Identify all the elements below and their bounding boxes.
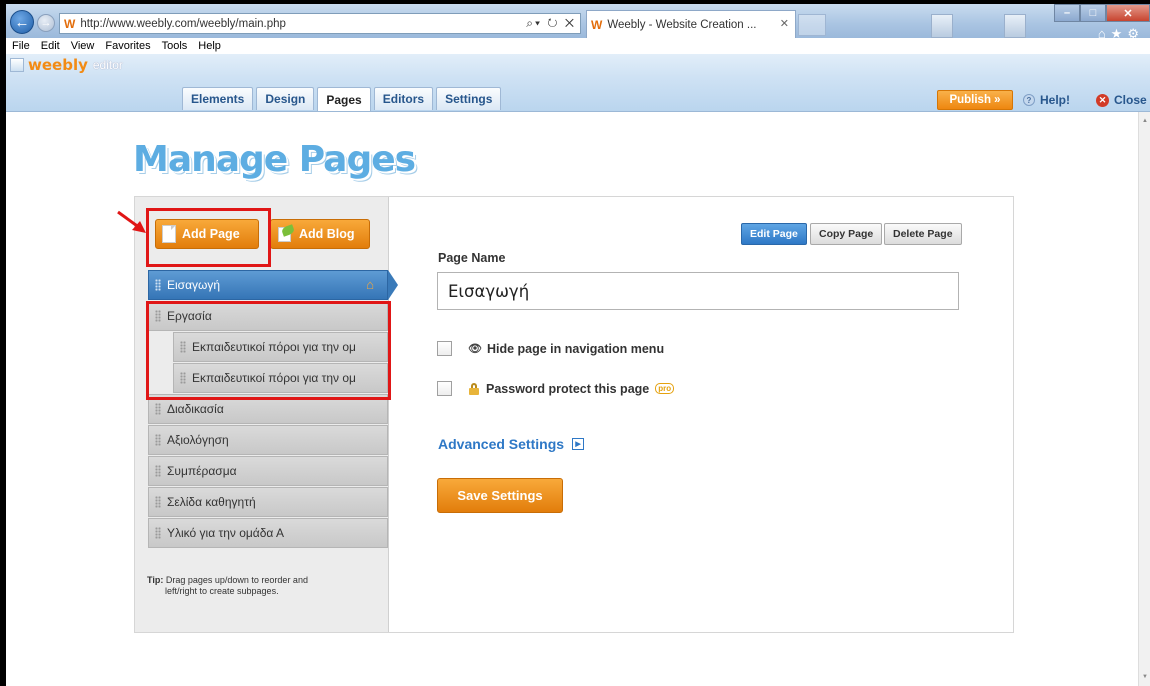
edit-page-button[interactable]: Edit Page	[741, 223, 807, 245]
tab-design[interactable]: Design	[256, 87, 315, 110]
tab-title: Weebly - Website Creation ...	[607, 18, 757, 31]
menu-view[interactable]: View	[71, 40, 95, 52]
tab-elements[interactable]: Elements	[182, 87, 254, 110]
copy-page-button[interactable]: Copy Page	[810, 223, 883, 245]
site-favicon-icon: W	[64, 16, 76, 31]
tip-line-2: left/right to create subpages.	[165, 586, 279, 596]
page-item-label: Εισαγωγή	[167, 278, 221, 292]
weebly-cube-icon	[10, 58, 24, 72]
browser-tab-weebly[interactable]: W Weebly - Website Creation ... ✕	[586, 10, 796, 38]
forward-button[interactable]: →	[37, 14, 55, 32]
drag-handle-icon[interactable]	[155, 496, 161, 508]
page-settings-pane: Edit Page Copy Page Delete Page Page Nam…	[389, 197, 1013, 632]
help-link[interactable]: ? Help!	[1023, 93, 1070, 107]
window-close-button[interactable]: ✕	[1106, 4, 1150, 22]
minimize-button[interactable]: –	[1054, 4, 1080, 22]
menu-help[interactable]: Help	[198, 40, 221, 52]
url-text: http://www.weebly.com/weebly/main.php	[80, 17, 286, 30]
tab-editors[interactable]: Editors	[373, 87, 434, 110]
password-protect-option: Password protect this page pro	[437, 381, 675, 396]
page-item-yliko-omada-a[interactable]: Υλικό για την ομάδα Α	[148, 518, 388, 548]
page-item-label: Υλικό για την ομάδα Α	[167, 526, 285, 540]
menu-bar: File Edit View Favorites Tools Help	[6, 38, 1150, 54]
reorder-tip: Tip: Drag pages up/down to reorder and l…	[147, 575, 308, 597]
expand-arrow-icon: ▶	[572, 438, 585, 450]
maximize-button[interactable]: □	[1080, 4, 1106, 22]
tip-label: Tip:	[147, 575, 164, 585]
drag-handle-icon[interactable]	[155, 279, 161, 291]
tip-line-1: Drag pages up/down to reorder and	[165, 575, 308, 585]
drag-handle-icon[interactable]	[155, 527, 161, 539]
editor-label: editor	[92, 58, 123, 72]
page-item-label: Σελίδα καθηγητή	[167, 495, 256, 509]
page-item-eisagogi[interactable]: Εισαγωγή ⌂	[148, 270, 398, 300]
hide-in-nav-label: Hide page in navigation menu	[486, 341, 665, 356]
close-label: Close	[1114, 93, 1147, 107]
drag-handle-icon[interactable]	[155, 434, 161, 446]
back-button[interactable]: ←	[10, 10, 34, 34]
annotation-box-subpages	[146, 301, 391, 400]
menu-tools[interactable]: Tools	[162, 40, 188, 52]
add-blog-button[interactable]: Add Blog	[270, 219, 370, 249]
lock-icon	[468, 382, 480, 395]
annotation-box-add-page	[146, 208, 271, 267]
save-settings-button[interactable]: Save Settings	[437, 478, 563, 513]
publish-button[interactable]: Publish »	[937, 90, 1013, 110]
pro-badge: pro	[655, 383, 675, 394]
new-tab-button[interactable]	[798, 14, 826, 36]
tab-close-icon[interactable]: ✕	[780, 17, 789, 30]
page-item-selida-kathigiti[interactable]: Σελίδα καθηγητή	[148, 487, 388, 517]
editor-tabs: Elements Design Pages Editors Settings	[182, 87, 502, 111]
page-item-label: Διαδικασία	[167, 402, 224, 416]
window-controls: – □ ✕	[1054, 4, 1150, 22]
drag-handle-icon[interactable]	[155, 465, 161, 477]
browser-chrome: ← → W http://www.weebly.com/weebly/main.…	[6, 4, 1150, 41]
scroll-down-icon[interactable]: ▼	[1142, 674, 1148, 680]
weebly-wordmark: weebly	[28, 56, 88, 74]
home-icon: ⌂	[366, 277, 374, 292]
hide-in-nav-option: 👁 Hide page in navigation menu	[437, 341, 664, 356]
taskbar-thumbnail[interactable]	[931, 14, 953, 38]
address-bar[interactable]: W http://www.weebly.com/weebly/main.php …	[59, 13, 581, 34]
page-name-value: Εισαγωγή	[448, 281, 530, 301]
page-item-label: Αξιολόγηση	[167, 433, 229, 447]
page-title: Manage Pages	[133, 139, 416, 180]
help-label: Help!	[1040, 93, 1070, 107]
weebly-toolbar: weebly editor Elements Design Pages Edit…	[6, 54, 1150, 112]
annotation-arrow-icon	[117, 210, 146, 233]
help-icon: ?	[1023, 94, 1035, 106]
address-tools-icons[interactable]: ⌕▾ ↻ ✕	[526, 16, 576, 31]
vertical-scrollbar[interactable]: ▲ ▼	[1138, 112, 1150, 686]
menu-favorites[interactable]: Favorites	[105, 40, 150, 52]
hide-in-nav-checkbox[interactable]	[437, 341, 452, 356]
tab-settings[interactable]: Settings	[436, 87, 502, 110]
advanced-settings-label: Advanced Settings	[438, 436, 565, 452]
password-protect-label: Password protect this page	[486, 381, 650, 396]
menu-edit[interactable]: Edit	[41, 40, 60, 52]
scroll-up-icon[interactable]: ▲	[1142, 118, 1148, 124]
taskbar-thumbnail[interactable]	[1004, 14, 1026, 38]
eye-icon: 👁	[468, 343, 482, 355]
page-item-symperasma[interactable]: Συμπέρασμα	[148, 456, 388, 486]
advanced-settings-link[interactable]: Advanced Settings ▶	[438, 436, 585, 452]
page-item-label: Συμπέρασμα	[167, 464, 237, 478]
drag-handle-icon[interactable]	[155, 403, 161, 415]
delete-page-button[interactable]: Delete Page	[884, 223, 962, 245]
add-blog-label: Add Blog	[299, 227, 355, 241]
password-protect-checkbox[interactable]	[437, 381, 452, 396]
weebly-logo: weebly editor	[10, 56, 123, 74]
blog-icon	[277, 224, 296, 243]
page-item-aksiologisi[interactable]: Αξιολόγηση	[148, 425, 388, 455]
tab-favicon-icon: W	[591, 17, 603, 32]
page-name-label: Page Name	[438, 251, 506, 265]
close-editor-link[interactable]: ✕ Close	[1096, 93, 1147, 107]
close-icon: ✕	[1096, 93, 1109, 107]
page-name-input[interactable]: Εισαγωγή	[437, 272, 959, 310]
menu-file[interactable]: File	[12, 40, 30, 52]
tab-pages[interactable]: Pages	[317, 87, 371, 111]
page-content: Manage Pages Add Page Add Blog Εισαγωγή …	[6, 112, 1138, 686]
